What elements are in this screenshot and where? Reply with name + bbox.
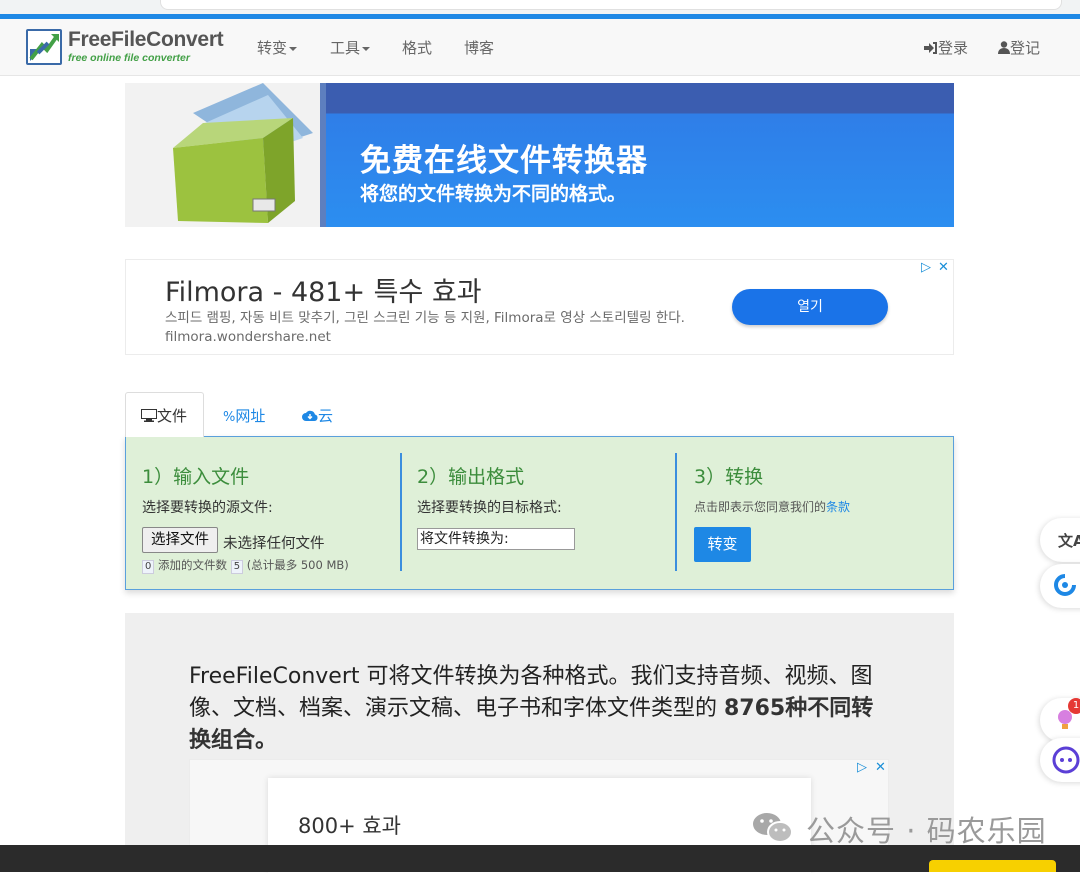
adchoices-icon[interactable]: ▷ (857, 760, 867, 775)
assistant-button[interactable] (1040, 564, 1080, 608)
tab-file-text: 文件 (157, 407, 188, 425)
top-navbar: FreeFileConvert free online file convert… (0, 19, 1080, 76)
no-file-text: 未选择任何文件 (223, 536, 325, 552)
ad-close-icon[interactable]: ✕ (875, 760, 886, 775)
cookie-accept-button[interactable] (929, 860, 1056, 872)
terms-link[interactable]: 条款 (826, 500, 850, 514)
ad-unit[interactable]: Filmora - 481+ 특수 효과 스피드 램핑, 자동 비트 맞추기, … (125, 259, 954, 355)
tab-url[interactable]: %网址 (223, 405, 265, 426)
cookie-bar (0, 845, 1080, 872)
desktop-icon (141, 409, 157, 422)
tab-cloud-text: 云 (318, 407, 334, 425)
chat-bot-button[interactable] (1040, 738, 1080, 782)
login-link[interactable]: 登录 (924, 37, 968, 58)
file-count-info: 0 添加的文件数 5 (总计最多 500 MB) (142, 557, 349, 574)
column-divider (400, 453, 402, 571)
watermark-text: 公众号 · 码农乐园 (806, 814, 1047, 848)
step1-desc: 选择要转换的源文件: (142, 500, 273, 516)
converter-panel: 1）输入文件 选择要转换的源文件: 选择文件 未选择任何文件 0 添加的文件数 … (125, 436, 954, 590)
output-format-select[interactable]: 将文件转换为: (417, 528, 575, 550)
nav-formats-link[interactable]: 格式 (402, 37, 432, 58)
step1-title: 1）输入文件 (142, 466, 250, 488)
nav-convert-label: 转变 (257, 39, 288, 57)
banner-subtitle: 将您的文件转换为不同的格式。 (360, 183, 627, 205)
ad-open-button[interactable]: 열기 (732, 289, 888, 325)
sign-in-icon (924, 42, 937, 54)
ad-description[interactable]: 스피드 램핑, 자동 비트 맞추기, 그린 스크린 기능 등 지원, Filmo… (165, 309, 705, 347)
banner-edge (320, 83, 326, 227)
file-count-badge: 0 (142, 560, 155, 574)
description-text: FreeFileConvert 可将文件转换为各种格式。我们支持音频、视频、图像… (189, 661, 889, 757)
ad-title[interactable]: Filmora - 481+ 특수 효과 (165, 270, 482, 309)
tab-file-label[interactable]: 文件 (141, 405, 187, 426)
nav-convert-menu[interactable]: 转变 (257, 37, 298, 58)
terms-notice: 点击即表示您同意我们的条款 (694, 498, 850, 515)
banner-title: 免费在线文件转换器 (360, 143, 648, 179)
logo-subtitle: free online file converter (68, 52, 190, 64)
nav-tools-menu[interactable]: 工具 (330, 37, 371, 58)
step2-title: 2）输出格式 (417, 466, 525, 488)
register-label: 登记 (1010, 39, 1041, 57)
translate-icon: 文A (1058, 532, 1080, 550)
tab-cloud[interactable]: 云 (302, 405, 333, 426)
size-limit-text: (总计最多 500 MB) (246, 558, 349, 572)
ad2-title[interactable]: 800+ 효과 (298, 810, 401, 840)
notification-badge: 1 (1068, 698, 1080, 714)
logo-icon[interactable] (26, 29, 62, 65)
ideas-button[interactable]: 1 (1040, 698, 1080, 742)
terms-prefix: 点击即表示您同意我们的 (694, 500, 827, 514)
cloud-download-icon (302, 410, 318, 421)
bot-icon (1052, 746, 1080, 774)
added-files-label: 添加的文件数 (158, 558, 228, 572)
browser-top-strip (0, 0, 1080, 14)
link-icon: % (223, 410, 236, 425)
register-link[interactable]: 登记 (998, 37, 1040, 58)
max-files-badge: 5 (230, 560, 244, 574)
wechat-icon (753, 813, 793, 843)
ad-close-icon[interactable]: ✕ (938, 260, 949, 275)
convert-button[interactable]: 转变 (694, 527, 751, 562)
translate-button[interactable]: 文A (1040, 518, 1080, 562)
user-icon (998, 41, 1010, 54)
nav-blog-link[interactable]: 博客 (464, 37, 494, 58)
assistant-icon (1054, 574, 1076, 596)
nav-tools-label: 工具 (330, 39, 361, 57)
hero-banner: 免费在线文件转换器 将您的文件转换为不同的格式。 (125, 83, 954, 227)
address-bar[interactable] (160, 0, 1062, 10)
column-divider (675, 453, 677, 571)
chevron-down-icon (362, 46, 371, 51)
file-box-icon (173, 83, 313, 223)
step3-title: 3）转换 (694, 466, 764, 488)
adchoices-icon[interactable]: ▷ (921, 260, 931, 275)
choose-file-button[interactable]: 选择文件 (142, 527, 218, 553)
step2-desc: 选择要转换的目标格式: (417, 500, 562, 516)
tab-url-text: 网址 (235, 407, 266, 425)
login-label: 登录 (938, 39, 969, 57)
logo-title[interactable]: FreeFileConvert (68, 28, 224, 52)
chevron-down-icon (289, 46, 298, 51)
